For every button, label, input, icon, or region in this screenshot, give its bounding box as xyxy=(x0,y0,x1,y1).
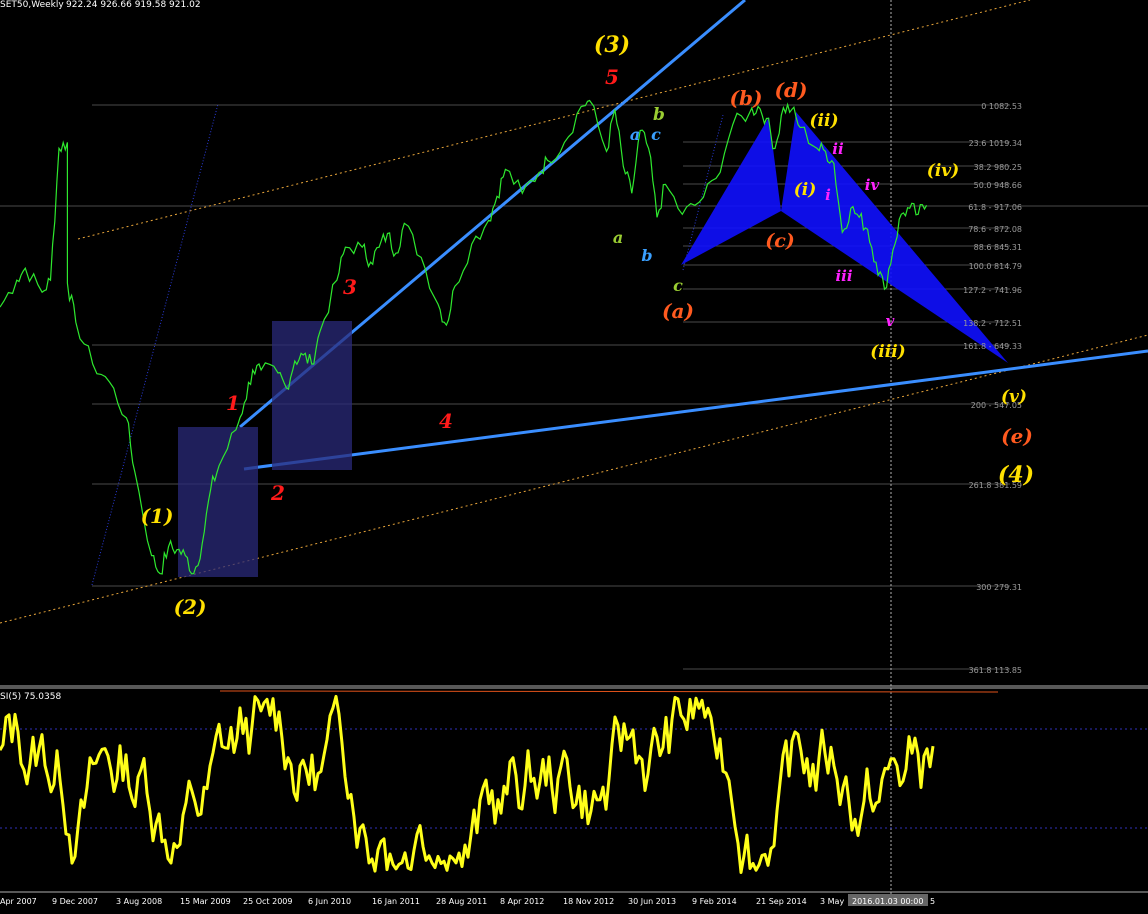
wave-label: 4 xyxy=(439,409,453,433)
wave-label: (3) xyxy=(594,32,630,58)
wave-label: b xyxy=(653,105,665,125)
fib-level-label: 88.6 845.31 xyxy=(974,243,1022,252)
lower-channel-line xyxy=(0,334,1148,624)
wave-label: (d) xyxy=(775,78,808,102)
time-axis-label: 3 May xyxy=(820,897,844,906)
fib-level-label: 23.6 1019.34 xyxy=(969,139,1022,148)
chart-symbol-text: SET50,Weekly xyxy=(0,0,64,10)
price-chart[interactable]: SET50,Weekly 922.24 926.66 919.58 921.02… xyxy=(0,0,1148,914)
fib-level-label: 161.8 - 649.33 xyxy=(963,342,1022,351)
time-axis-label: 18 Nov 2012 xyxy=(563,897,614,906)
time-axis-label: 28 Aug 2011 xyxy=(436,897,487,906)
fib-level-label: 50.0 948.66 xyxy=(974,181,1022,190)
wave-label: (1) xyxy=(141,504,174,528)
time-axis-label: 9 Dec 2007 xyxy=(52,897,98,906)
wave-label: (iv) xyxy=(927,161,959,181)
time-axis-label: 25 Oct 2009 xyxy=(243,897,292,906)
chart-ohlc-text: 922.24 926.66 919.58 921.02 xyxy=(66,0,201,10)
channel-lines xyxy=(0,0,1148,905)
wave-label: (v) xyxy=(1001,387,1027,407)
wave-label: c xyxy=(673,276,683,295)
wave-label: iv xyxy=(865,176,880,194)
wave-label: (iii) xyxy=(870,342,905,362)
time-axis-label: Apr 2007 xyxy=(0,897,37,906)
fib-level-label: 100.0 814.79 xyxy=(969,262,1022,271)
fib-level-label: 138.2 - 712.51 xyxy=(963,319,1022,328)
wave-label: (a) xyxy=(662,299,694,323)
wave-label: (c) xyxy=(765,230,795,252)
time-axis-labels: Apr 2007 9 Dec 2007 3 Aug 2008 15 Mar 2009 2… xyxy=(0,897,935,906)
time-axis-label: 16 Jan 2011 xyxy=(372,897,420,906)
wave-label: 1 xyxy=(226,391,240,415)
harmonic-pattern xyxy=(681,112,1008,363)
wave-label: 2 xyxy=(270,481,285,505)
wave-label: b xyxy=(641,246,652,265)
wave-label: (4) xyxy=(998,462,1034,488)
box-wave-1 xyxy=(178,427,258,577)
wave-label: a xyxy=(613,228,623,247)
upper-channel-line xyxy=(77,0,1031,240)
chart-window: SET50,Weekly 922.24 926.66 919.58 921.02… xyxy=(0,0,1148,914)
fib-level-label: 300 279.31 xyxy=(976,583,1022,592)
wave-label: (2) xyxy=(174,595,207,619)
wave-label: 3 xyxy=(343,275,357,299)
time-axis-label: 15 Mar 2009 xyxy=(180,897,231,906)
time-axis-label: 21 Sep 2014 xyxy=(756,897,807,906)
wave-label: (b) xyxy=(730,86,763,110)
lower-wedge-line xyxy=(243,349,1148,471)
wave-label: v xyxy=(886,312,895,330)
time-axis-label: 5 xyxy=(930,897,935,906)
wave-label: (e) xyxy=(1001,424,1033,448)
highlight-boxes xyxy=(178,321,352,577)
fib-level-label: 78.6 - 872.08 xyxy=(968,225,1022,234)
wave-label: (ii) xyxy=(809,111,838,131)
fib-level-label: 361.8 113.85 xyxy=(969,666,1022,675)
rsi-series-line xyxy=(0,694,935,874)
fib-level-label: 38.2 980.25 xyxy=(974,163,1022,172)
box-wave-3 xyxy=(272,321,352,470)
wave-label: ii xyxy=(832,140,844,158)
rsi-label: SI(5) 75.0358 xyxy=(0,692,61,702)
fib-level-label: 127.2 - 741.96 xyxy=(963,286,1022,295)
time-axis-label: 30 Jun 2013 xyxy=(628,897,676,906)
rsi-horizontal-marker xyxy=(219,690,999,693)
wave-label: c xyxy=(651,125,661,144)
fib-level-label: 61.8 - 917.06 xyxy=(968,203,1022,212)
wave-label: 5 xyxy=(605,65,619,89)
time-axis-label: 8 Apr 2012 xyxy=(500,897,544,906)
time-axis-label: 6 Jun 2010 xyxy=(308,897,351,906)
wave-label: iii xyxy=(835,267,852,285)
time-axis-label: 2016.01.03 00:00 xyxy=(852,897,923,906)
fib-level-label: 0 1082.53 xyxy=(981,102,1022,111)
wave-label: (i) xyxy=(794,180,817,200)
wave-label: i xyxy=(825,186,831,204)
wave-label: a xyxy=(630,125,640,144)
time-axis-label: 3 Aug 2008 xyxy=(116,897,162,906)
rsi-panel[interactable]: SI(5) 75.0358 xyxy=(0,690,1148,874)
time-axis-label: 9 Feb 2014 xyxy=(692,897,737,906)
